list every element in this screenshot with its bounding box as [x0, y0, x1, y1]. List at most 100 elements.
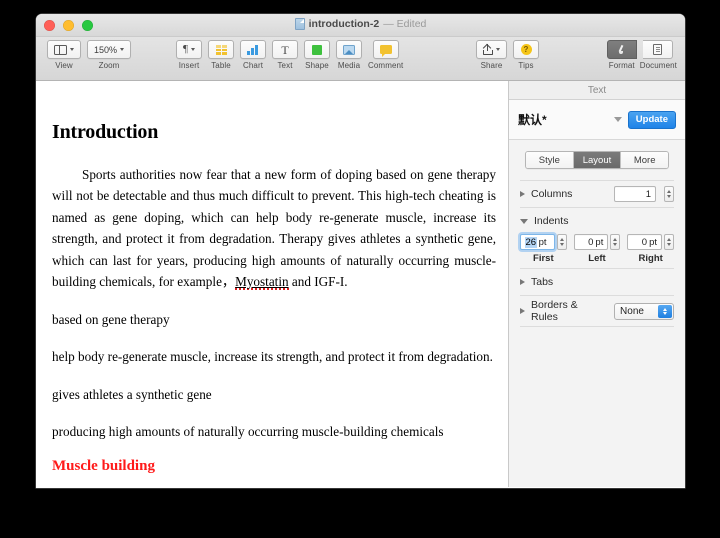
disclosure-triangle-icon[interactable] — [520, 279, 525, 285]
chevron-down-icon — [190, 48, 195, 51]
paragraph-text-part2: and IGF-I. — [288, 273, 348, 289]
format-inspector-sidebar: Text 默认* Update Style Layout More Column… — [509, 81, 685, 487]
chevron-down-icon — [70, 48, 74, 51]
indents-disclosure-row[interactable]: Indents — [520, 208, 674, 234]
paragraph-style-name: 默认* — [518, 113, 547, 127]
media-button[interactable]: Media — [336, 40, 362, 70]
tab-layout[interactable]: Layout — [573, 152, 622, 168]
document-button-label: Document — [639, 61, 677, 70]
borders-label: Borders & Rules — [531, 299, 578, 323]
zoom-button[interactable]: 150% Zoom — [87, 40, 132, 70]
disclosure-triangle-icon[interactable] — [520, 191, 525, 197]
misspelled-word-myostatin[interactable]: Myostatin — [235, 273, 289, 290]
right-indent-input[interactable]: 0 pt — [627, 234, 663, 250]
left-indent-label: Left — [588, 253, 606, 264]
document-heading: Introduction — [52, 121, 159, 143]
left-indent-input[interactable]: 0 pt — [573, 234, 609, 250]
share-button[interactable]: Share — [476, 40, 507, 70]
window-body: Introduction Sports authorities now fear… — [36, 81, 685, 487]
comment-button-label: Comment — [368, 61, 404, 70]
tabs-disclosure-row[interactable]: Tabs — [520, 269, 674, 295]
borders-section: Borders & Rules None — [509, 296, 685, 326]
document-page[interactable]: Introduction Sports authorities now fear… — [40, 81, 508, 487]
first-indent-unit: pt — [538, 236, 547, 248]
toolbar-right-group: Share ? Tips — [473, 40, 542, 70]
chart-button[interactable]: Chart — [240, 40, 266, 70]
comment-button[interactable]: Comment — [368, 40, 403, 70]
document-line: gives athletes a synthetic gene — [52, 386, 212, 402]
shape-button[interactable]: Shape — [304, 40, 330, 70]
format-inspector-button[interactable]: Format — [606, 40, 637, 70]
document-page-icon — [653, 44, 663, 55]
indent-fields-group: 26 pt First 0 pt Left 0 pt Right — [520, 234, 675, 268]
paragraph-style-row: 默认* Update — [509, 100, 685, 140]
text-button-label: Text — [277, 61, 293, 70]
paragraph-text-part1: Sports authorities now fear that a new f… — [52, 167, 496, 289]
disclosure-triangle-icon[interactable] — [520, 308, 525, 314]
columns-section: Columns 1 — [509, 181, 685, 207]
first-indent-label: First — [533, 253, 554, 264]
zoom-button-label: Zoom — [98, 61, 120, 70]
document-canvas[interactable]: Introduction Sports authorities now fear… — [36, 81, 509, 487]
toolbar-left-group: View 150% Zoom — [44, 40, 134, 70]
format-brush-icon — [616, 44, 627, 55]
table-icon — [215, 44, 227, 55]
document-paragraph: Sports authorities now fear that a new f… — [52, 164, 496, 292]
right-indent-group: 0 pt Right — [627, 234, 675, 264]
columns-disclosure-row[interactable]: Columns 1 — [520, 181, 674, 207]
left-indent-unit: pt — [595, 236, 604, 248]
right-indent-value: 0 — [641, 236, 648, 248]
view-panel-icon — [54, 44, 67, 55]
left-indent-group: 0 pt Left — [573, 234, 621, 264]
bar-chart-icon — [247, 44, 259, 55]
tab-more[interactable]: More — [621, 152, 668, 168]
document-inspector-button[interactable]: Document — [640, 40, 677, 70]
format-button-label: Format — [608, 61, 635, 70]
document-line: based on gene therapy — [52, 312, 170, 328]
columns-value-field[interactable]: 1 — [614, 186, 656, 202]
divider — [520, 326, 674, 327]
pages-app-window: introduction-2 — Edited View 150% Zoom ¶… — [36, 14, 685, 488]
right-indent-unit: pt — [649, 236, 658, 248]
first-indent-value: 26 — [525, 236, 537, 248]
inspector-header-title: Text — [509, 81, 685, 100]
document-icon — [294, 18, 305, 30]
window-title-group: introduction-2 — Edited — [36, 18, 685, 30]
document-line: help body re-generate muscle, increase i… — [52, 349, 493, 365]
chevron-down-icon — [496, 48, 500, 51]
zoom-level-value: 150% — [94, 44, 118, 55]
disclosure-triangle-icon[interactable] — [520, 218, 528, 224]
text-button[interactable]: T Text — [272, 40, 298, 70]
tips-button[interactable]: ? Tips — [513, 40, 539, 70]
indents-label: Indents — [534, 215, 569, 227]
borders-disclosure-row[interactable]: Borders & Rules None — [520, 296, 674, 326]
table-button[interactable]: Table — [208, 40, 234, 70]
view-button-label: View — [55, 61, 73, 70]
insert-button[interactable]: ¶ Insert — [176, 40, 202, 70]
toolbar-center-group: ¶ Insert Table Chart T Text Shape Media … — [173, 40, 406, 70]
window-titlebar[interactable]: introduction-2 — Edited — [36, 14, 685, 37]
window-title: introduction-2 — [308, 18, 380, 30]
tabs-section: Tabs — [509, 269, 685, 295]
document-subheading: Muscle building — [52, 457, 155, 474]
inspector-toggle-group: Format Document — [606, 40, 677, 70]
table-button-label: Table — [211, 61, 231, 70]
right-indent-stepper[interactable] — [664, 234, 675, 250]
left-indent-value: 0 — [588, 236, 594, 248]
borders-selected-value: None — [620, 305, 644, 317]
update-style-button[interactable]: Update — [627, 110, 676, 129]
comment-bubble-icon — [379, 45, 392, 57]
columns-stepper[interactable] — [664, 186, 674, 202]
left-indent-stepper[interactable] — [610, 234, 621, 250]
style-menu-chevron-icon[interactable] — [613, 117, 622, 122]
borders-popup-menu[interactable]: None — [614, 302, 674, 320]
first-indent-group: 26 pt First — [520, 234, 567, 264]
first-indent-input[interactable]: 26 pt — [520, 234, 555, 250]
share-button-label: Share — [480, 61, 503, 70]
view-button[interactable]: View — [47, 40, 81, 70]
document-line: producing high amounts of naturally occu… — [52, 423, 444, 439]
inspector-tab-group: Style Layout More — [525, 151, 669, 169]
first-indent-stepper[interactable] — [556, 234, 567, 250]
tab-style[interactable]: Style — [526, 152, 574, 168]
media-image-icon — [343, 44, 355, 55]
